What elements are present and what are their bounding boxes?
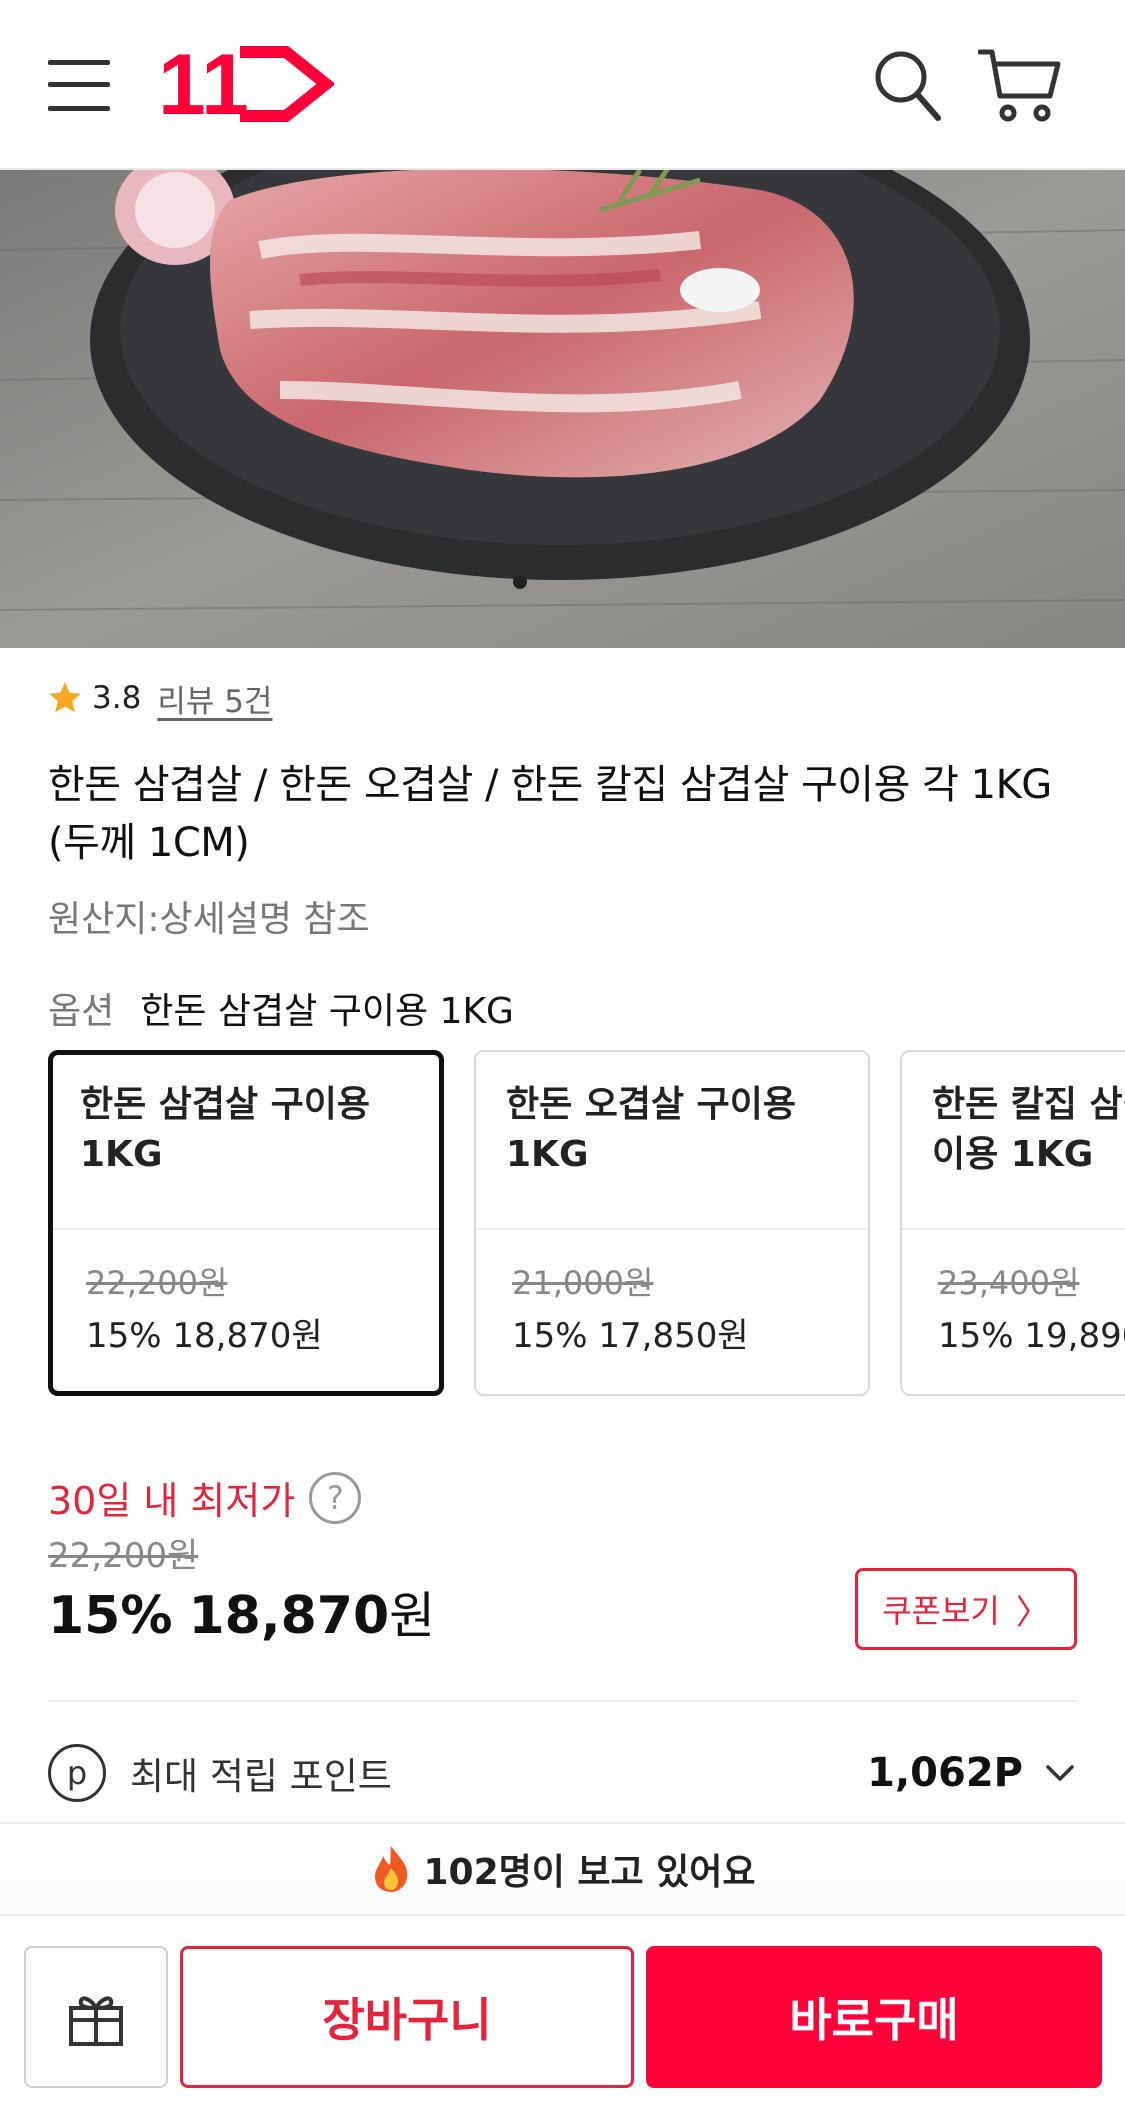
svg-text:11: 11 bbox=[158, 44, 249, 124]
final-price-amount: 18,870 bbox=[188, 1586, 390, 1646]
origin-info: 원산지:상세설명 참조 bbox=[48, 899, 370, 940]
11st-logo[interactable]: 11 bbox=[158, 44, 334, 124]
buy-now-button[interactable]: 바로구매 bbox=[646, 1946, 1102, 2088]
points-value: 1,062P bbox=[867, 1750, 1023, 1796]
add-to-cart-button[interactable]: 장바구니 bbox=[180, 1946, 634, 2088]
chevron-down-icon[interactable] bbox=[1043, 1756, 1077, 1790]
option-label: 옵션 bbox=[48, 991, 115, 1032]
hamburger-menu-icon[interactable] bbox=[48, 56, 112, 114]
discount-rate: 15% bbox=[48, 1586, 173, 1646]
chevron-right-icon: 〉 bbox=[1015, 1592, 1050, 1633]
divider bbox=[53, 1228, 439, 1230]
review-count-link[interactable]: 리뷰 5건 bbox=[157, 676, 272, 721]
currency-unit: 원 bbox=[389, 1587, 436, 1645]
product-image-carousel[interactable] bbox=[0, 170, 1125, 648]
original-price: 22,200원 bbox=[48, 1536, 199, 1576]
product-title: 한돈 삼겹살 / 한돈 오겹살 / 한돈 칼집 삼겹살 구이용 각 1KG (두… bbox=[48, 762, 1052, 866]
help-icon[interactable]: ? bbox=[309, 1471, 362, 1524]
lowest-price-notice: 30일 내 최저가 ? bbox=[48, 1470, 362, 1525]
option-card-kaljip-samgyeopsal[interactable]: 한돈 칼집 삼겹살 구 이용 1KG 23,400원 15% 19,890원 bbox=[900, 1050, 1125, 1396]
option-card-original-price: 23,400원 bbox=[938, 1264, 1080, 1302]
divider bbox=[476, 1228, 868, 1230]
option-card-samgyeopsal[interactable]: 한돈 삼겹살 구이용 1KG 22,200원 15% 18,870원 bbox=[48, 1050, 444, 1396]
star-icon bbox=[49, 682, 81, 713]
option-card-sale-price: 15% 19,890원 bbox=[938, 1316, 1125, 1356]
final-price: 15% 18,870 원 bbox=[48, 1576, 435, 1648]
bottom-action-bar: 장바구니 바로구매 bbox=[0, 1914, 1125, 2113]
rating-score: 3.8 bbox=[92, 680, 142, 716]
option-card-name: 한돈 삼겹살 구이용 1KG bbox=[80, 1084, 371, 1175]
search-icon[interactable] bbox=[872, 48, 942, 122]
option-card-original-price: 21,000원 bbox=[512, 1264, 654, 1302]
point-icon: p bbox=[48, 1744, 106, 1802]
viewers-count-text: 102명이 보고 있어요 bbox=[423, 1852, 756, 1893]
gift-button[interactable] bbox=[24, 1946, 168, 2088]
option-card-sale-price: 15% 18,870원 bbox=[86, 1316, 323, 1356]
option-summary: 옵션 한돈 삼겹살 구이용 1KG bbox=[48, 982, 514, 1034]
option-card-sale-price: 15% 17,850원 bbox=[512, 1316, 749, 1356]
option-card-name: 한돈 칼집 삼겹살 구 이용 1KG bbox=[932, 1084, 1125, 1175]
rating-summary: 3.8 리뷰 5건 bbox=[46, 676, 272, 720]
option-card-carousel[interactable]: 한돈 삼겹살 구이용 1KG 22,200원 15% 18,870원 한돈 오겹… bbox=[48, 1050, 1125, 1398]
option-card-name: 한돈 오겹살 구이용 1KG bbox=[506, 1084, 797, 1175]
fire-icon bbox=[375, 1846, 408, 1892]
live-viewers-banner: 102명이 보고 있어요 bbox=[0, 1822, 1125, 1914]
coupon-button-label: 쿠폰보기 bbox=[882, 1592, 1000, 1630]
shopping-cart-icon[interactable] bbox=[978, 46, 1062, 124]
divider bbox=[48, 1700, 1077, 1702]
lowest-price-label: 30일 내 최저가 bbox=[48, 1479, 296, 1523]
option-card-ogyeopsal[interactable]: 한돈 오겹살 구이용 1KG 21,000원 15% 17,850원 bbox=[474, 1050, 870, 1396]
option-card-original-price: 22,200원 bbox=[86, 1264, 228, 1302]
top-header: 11 bbox=[0, 0, 1125, 170]
product-photo bbox=[0, 170, 1125, 648]
divider bbox=[902, 1228, 1125, 1230]
points-label: 최대 적립 포인트 bbox=[130, 1755, 392, 1798]
gift-icon bbox=[69, 1996, 123, 2046]
view-coupon-button[interactable]: 쿠폰보기 〉 bbox=[855, 1568, 1077, 1650]
max-points-row[interactable]: p 최대 적립 포인트 1,062P bbox=[48, 1740, 1077, 1806]
option-selected-value: 한돈 삼겹살 구이용 1KG bbox=[140, 991, 514, 1032]
